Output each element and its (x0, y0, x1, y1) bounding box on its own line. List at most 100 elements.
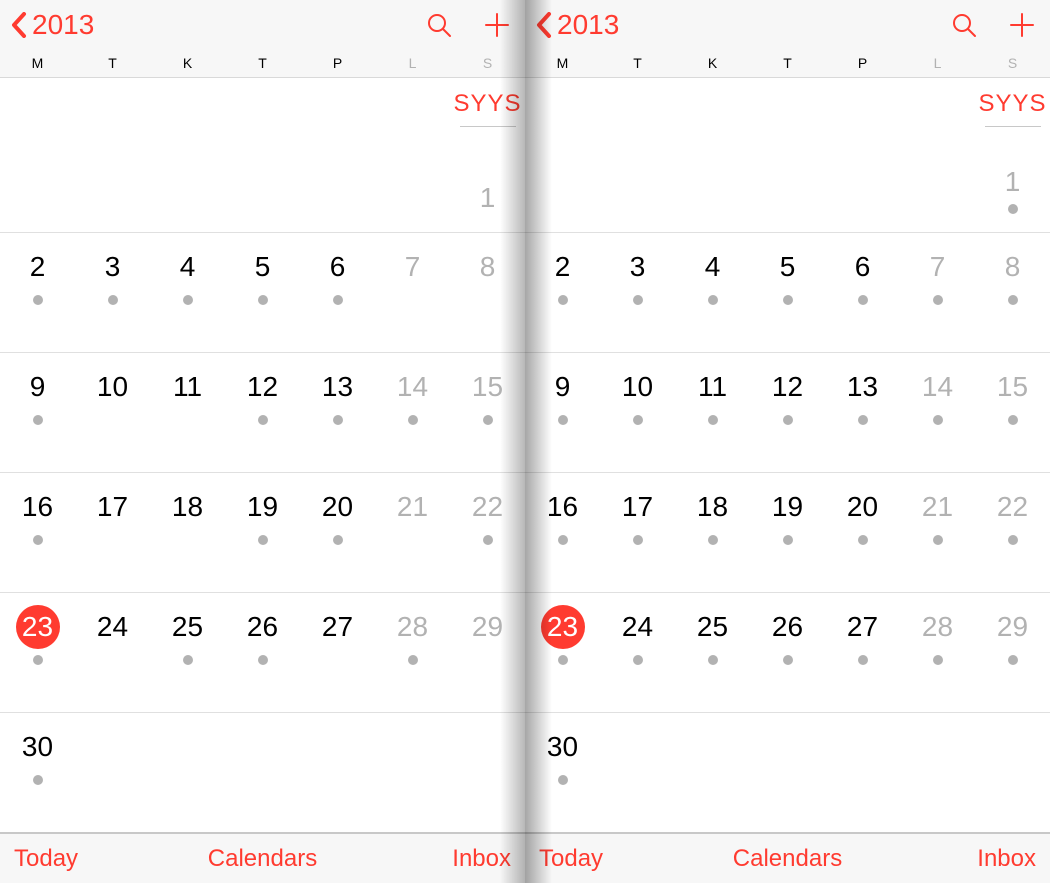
event-dot (708, 295, 718, 305)
calendar-day[interactable]: 3 (600, 233, 675, 352)
plus-icon[interactable] (1008, 11, 1036, 39)
calendar-day[interactable]: 15 (975, 353, 1050, 472)
inbox-button[interactable]: Inbox (452, 845, 511, 873)
calendar-day[interactable]: 11 (675, 353, 750, 472)
day-number: 9 (541, 365, 585, 409)
calendars-button[interactable]: Calendars (733, 845, 842, 873)
today-button[interactable]: Today (14, 845, 78, 873)
calendar-day[interactable]: 30 (0, 713, 75, 832)
calendar-day[interactable]: 26 (225, 593, 300, 712)
day-number: 27 (316, 605, 360, 649)
search-icon[interactable] (425, 11, 453, 39)
calendar-day[interactable]: 10 (75, 353, 150, 472)
day-number: 3 (91, 245, 135, 289)
calendar-day[interactable]: 12 (750, 353, 825, 472)
divider (985, 126, 1041, 127)
day-number: 19 (766, 485, 810, 529)
calendar-day[interactable]: 11 (150, 353, 225, 472)
calendar-day[interactable]: 7 (900, 233, 975, 352)
calendar-day-today[interactable]: 23 (0, 593, 75, 712)
calendar-day[interactable]: 14 (900, 353, 975, 472)
calendar-day[interactable]: 30 (525, 713, 600, 832)
calendar-day[interactable]: 2 (525, 233, 600, 352)
calendar-day[interactable]: 18 (675, 473, 750, 592)
calendar-day[interactable]: 13 (825, 353, 900, 472)
calendar-day[interactable]: 26 (750, 593, 825, 712)
calendar-day[interactable]: 17 (75, 473, 150, 592)
calendar-day-today[interactable]: 23 (525, 593, 600, 712)
calendar-day[interactable]: 29 (450, 593, 525, 712)
event-dot (633, 535, 643, 545)
calendar-day[interactable]: 9 (525, 353, 600, 472)
event-dot (558, 535, 568, 545)
day-number: 12 (766, 365, 810, 409)
calendar-day[interactable]: 20 (300, 473, 375, 592)
today-button[interactable]: Today (539, 845, 603, 873)
weekday-label: T (225, 50, 300, 78)
search-icon[interactable] (950, 11, 978, 39)
calendar-day[interactable]: 12 (225, 353, 300, 472)
calendar-day[interactable]: 22 (450, 473, 525, 592)
calendar-day (825, 713, 900, 832)
calendar-day[interactable]: 15 (450, 353, 525, 472)
calendar-day[interactable]: 16 (0, 473, 75, 592)
calendar-day[interactable]: 6 (300, 233, 375, 352)
event-dot (33, 655, 43, 665)
calendar-day[interactable]: 29 (975, 593, 1050, 712)
calendar-day[interactable]: 5 (225, 233, 300, 352)
calendar-day[interactable]: 19 (225, 473, 300, 592)
calendar-day[interactable]: 8 (975, 233, 1050, 352)
calendar-day[interactable]: 21 (900, 473, 975, 592)
inbox-button[interactable]: Inbox (977, 845, 1036, 873)
calendar-day[interactable]: 21 (375, 473, 450, 592)
calendar-day[interactable]: 24 (600, 593, 675, 712)
calendar-day[interactable]: 19 (750, 473, 825, 592)
calendar-grid-right: SYYS123456789101112131415161718192021222… (525, 78, 1050, 833)
calendar-day[interactable]: 24 (75, 593, 150, 712)
plus-icon[interactable] (483, 11, 511, 39)
day-number: 2 (16, 245, 60, 289)
day-number: 8 (991, 245, 1035, 289)
calendar-day[interactable]: 28 (375, 593, 450, 712)
calendar-day[interactable]: 1 (975, 166, 1050, 214)
week-row: 2345678 (0, 233, 525, 353)
calendar-day[interactable]: 17 (600, 473, 675, 592)
calendar-day[interactable]: 16 (525, 473, 600, 592)
calendar-day[interactable]: 5 (750, 233, 825, 352)
calendar-day[interactable]: 13 (300, 353, 375, 472)
calendar-day[interactable]: 25 (150, 593, 225, 712)
day-number: 4 (166, 245, 210, 289)
calendar-day[interactable]: 10 (600, 353, 675, 472)
calendar-day[interactable]: 25 (675, 593, 750, 712)
calendar-day[interactable]: 18 (150, 473, 225, 592)
calendar-day[interactable]: 9 (0, 353, 75, 472)
day-number: 11 (691, 365, 735, 409)
month-label-text: SYYS (453, 90, 521, 118)
calendar-day[interactable]: 28 (900, 593, 975, 712)
back-button[interactable]: 2013 (535, 9, 619, 41)
event-dot (933, 295, 943, 305)
calendars-button[interactable]: Calendars (208, 845, 317, 873)
calendar-day[interactable]: 6 (825, 233, 900, 352)
calendar-day[interactable]: 2 (0, 233, 75, 352)
event-dot (783, 415, 793, 425)
calendar-day[interactable]: 8 (450, 233, 525, 352)
calendar-day[interactable]: 4 (150, 233, 225, 352)
calendar-day[interactable]: 3 (75, 233, 150, 352)
week-row: 161718 19 20 21 22 (525, 473, 1050, 593)
calendar-day[interactable]: 27 (300, 593, 375, 712)
calendar-day[interactable]: 4 (675, 233, 750, 352)
calendar-day[interactable]: 22 (975, 473, 1050, 592)
weekday-label: T (600, 50, 675, 78)
calendar-panel-left: 2013 M T K T P L S SYYS12345678910111213… (0, 0, 525, 883)
day-number: 10 (91, 365, 135, 409)
event-dot (633, 415, 643, 425)
calendar-day[interactable]: 14 (375, 353, 450, 472)
week-row: 9 10 1112131415 (0, 353, 525, 473)
day-number: 21 (916, 485, 960, 529)
calendar-day[interactable]: 7 (375, 233, 450, 352)
back-button[interactable]: 2013 (10, 9, 94, 41)
calendar-day[interactable]: 1 (450, 182, 525, 214)
calendar-day[interactable]: 27 (825, 593, 900, 712)
calendar-day[interactable]: 20 (825, 473, 900, 592)
